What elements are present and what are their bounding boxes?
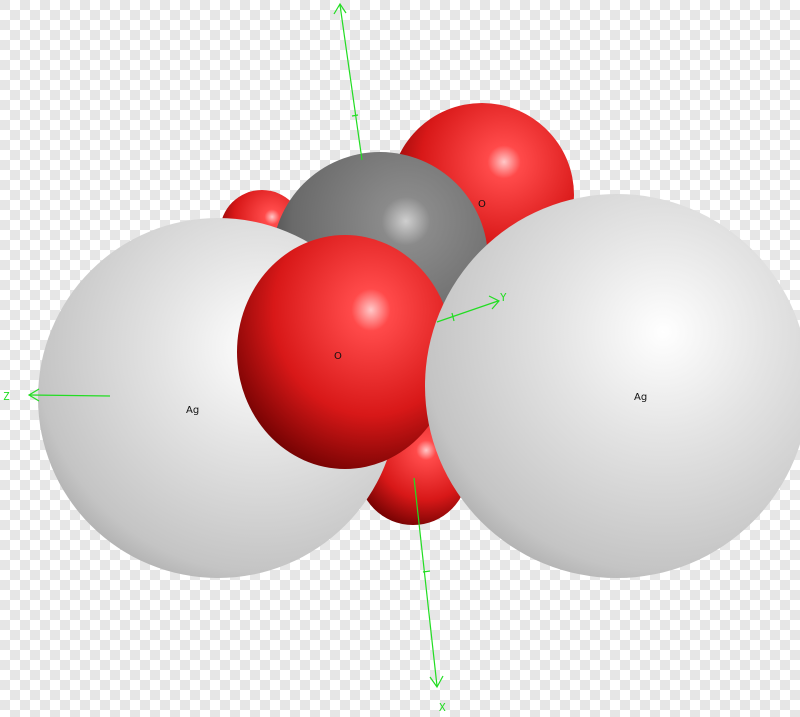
- axis-z-label: Z: [3, 390, 10, 403]
- axis-x-label: X: [439, 701, 446, 714]
- atom-label-ag-right: Ag: [634, 392, 647, 403]
- molecule-viewer: O O Ag Ag X Y Z: [0, 0, 800, 717]
- atom-label-o-top: O: [478, 199, 486, 210]
- oxygen-atom-front: [237, 235, 453, 469]
- axis-y-label: Y: [500, 291, 507, 304]
- molecule-canvas: O O Ag Ag X Y Z: [0, 0, 800, 717]
- atom-label-ag-left: Ag: [186, 405, 199, 416]
- atom-label-o-front: O: [334, 351, 342, 362]
- silver-atom-right: [425, 194, 800, 578]
